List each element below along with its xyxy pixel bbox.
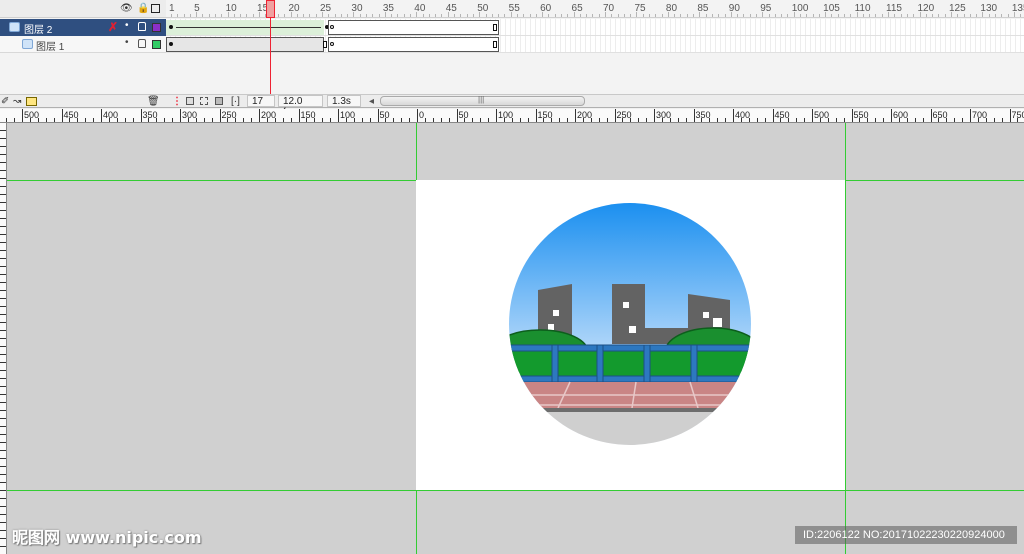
road (509, 412, 751, 445)
timeline-scrollbar[interactable]: ||| (380, 95, 585, 106)
ruler-label: 400 (735, 110, 751, 120)
frame-number: 1 (169, 3, 175, 14)
ruler-label: 200 (261, 110, 277, 120)
layer-name[interactable]: 图层 1 (36, 38, 64, 53)
end-frame[interactable] (493, 41, 497, 48)
frame-span[interactable] (328, 20, 499, 35)
end-frame[interactable] (493, 24, 497, 31)
frame-rate[interactable]: 12.0 fps (278, 95, 323, 118)
frame-row-layer-2[interactable] (166, 19, 1024, 36)
ruler-label: 500 (24, 110, 40, 120)
keyframe[interactable] (169, 25, 173, 29)
visibility-dot[interactable]: • (125, 37, 129, 48)
timeline-toolbar: ✐ ↝ 🗑 ⋮ [·] 17 12.0 fps 1.3s ◂ ||| (0, 94, 1024, 118)
city-scene-illustration[interactable] (508, 202, 752, 446)
ruler-label: 650 (932, 110, 948, 120)
add-layer-icon[interactable]: ✐ (1, 96, 9, 107)
ruler-label: 550 (853, 110, 869, 120)
ruler-label: 350 (695, 110, 711, 120)
lock-icon[interactable]: 🔒 (137, 3, 149, 14)
ruler-label: 250 (221, 110, 237, 120)
visibility-dot[interactable]: • (125, 20, 129, 31)
onion-skin-outline-icon[interactable] (200, 97, 208, 105)
add-folder-icon[interactable] (26, 97, 37, 106)
trash-icon[interactable]: 🗑 (147, 96, 160, 107)
modify-markers-icon[interactable]: [·] (231, 96, 240, 107)
guide-line[interactable] (7, 490, 1024, 491)
ruler-label: 0 (419, 110, 425, 120)
ruler-label: 450 (63, 110, 79, 120)
ruler-label: 300 (656, 110, 672, 120)
ruler-label: 300 (182, 110, 198, 120)
ruler-label: 400 (103, 110, 119, 120)
guide-line[interactable] (845, 123, 846, 554)
pencil-locked-icon: ✗ (108, 20, 119, 34)
lock-icon[interactable] (138, 39, 146, 48)
frame-number-ruler[interactable]: 1 5 10 15 20 25 30 35 40 45 50 55 60 65 70 75 80 85 90 95 10… (166, 0, 1024, 18)
layer-color-swatch[interactable] (152, 40, 161, 49)
ruler-label: 150 (537, 110, 553, 120)
watermark-logo: 昵图网 www.nipic.com (12, 528, 202, 547)
watermark-id: ID:2206122 NO:20171022230220924000 (795, 526, 1017, 544)
ruler-label: 250 (616, 110, 632, 120)
vertical-ruler (0, 123, 7, 554)
frame-grid[interactable] (166, 19, 1024, 53)
stage-canvas[interactable] (416, 180, 845, 490)
empty-keyframe[interactable] (330, 25, 334, 29)
fence-rail (509, 344, 751, 352)
ruler-label: 500 (814, 110, 830, 120)
center-frame-icon[interactable]: ⋮ (172, 96, 182, 107)
layer-icon (9, 22, 20, 32)
ruler-label: 700 (972, 110, 988, 120)
ruler-label: 350 (142, 110, 158, 120)
add-motion-guide-icon[interactable]: ↝ (13, 96, 21, 107)
tween-arrow (176, 27, 321, 28)
timeline-panel: 👁 🔒 1 5 10 15 20 25 30 35 40 45 50 55 60 65 70 75 80 85 90… (0, 0, 1024, 94)
edit-multiple-frames-icon[interactable] (215, 97, 223, 105)
scroll-left-icon[interactable]: ◂ (369, 96, 374, 107)
ruler-label: 100 (340, 110, 356, 120)
layer-icon (22, 39, 33, 49)
ruler-label: 600 (893, 110, 909, 120)
frame-span[interactable] (166, 37, 324, 52)
playhead[interactable] (266, 0, 275, 18)
ruler-label: 450 (774, 110, 790, 120)
layer-row-2[interactable]: 图层 2 ✗ • (0, 19, 166, 36)
eye-icon[interactable]: 👁 (120, 3, 133, 14)
frame-row-layer-1[interactable] (166, 36, 1024, 53)
ruler-label: 200 (577, 110, 593, 120)
stage-area[interactable] (7, 123, 1024, 554)
frame-span[interactable] (328, 37, 499, 52)
keyframe[interactable] (169, 42, 173, 46)
layer-name[interactable]: 图层 2 (24, 21, 52, 36)
current-frame: 17 (247, 95, 275, 107)
lock-icon[interactable] (138, 22, 146, 31)
ruler-label: 100 (498, 110, 514, 120)
outline-icon[interactable] (151, 4, 160, 13)
onion-skin-icon[interactable] (186, 97, 194, 105)
end-frame[interactable] (323, 41, 327, 48)
horizontal-ruler: 500 450 400 350 300 250 200 150 100 50 0 50 100 150 20… (0, 109, 1024, 123)
layer-color-swatch[interactable] (152, 23, 161, 32)
layer-row-1[interactable]: 图层 1 • (0, 36, 166, 53)
ruler-label: 150 (300, 110, 316, 120)
empty-keyframe[interactable] (330, 42, 334, 46)
fence-rail (509, 375, 751, 383)
layer-header: 👁 🔒 (0, 0, 166, 18)
elapsed-time: 1.3s (327, 95, 361, 107)
